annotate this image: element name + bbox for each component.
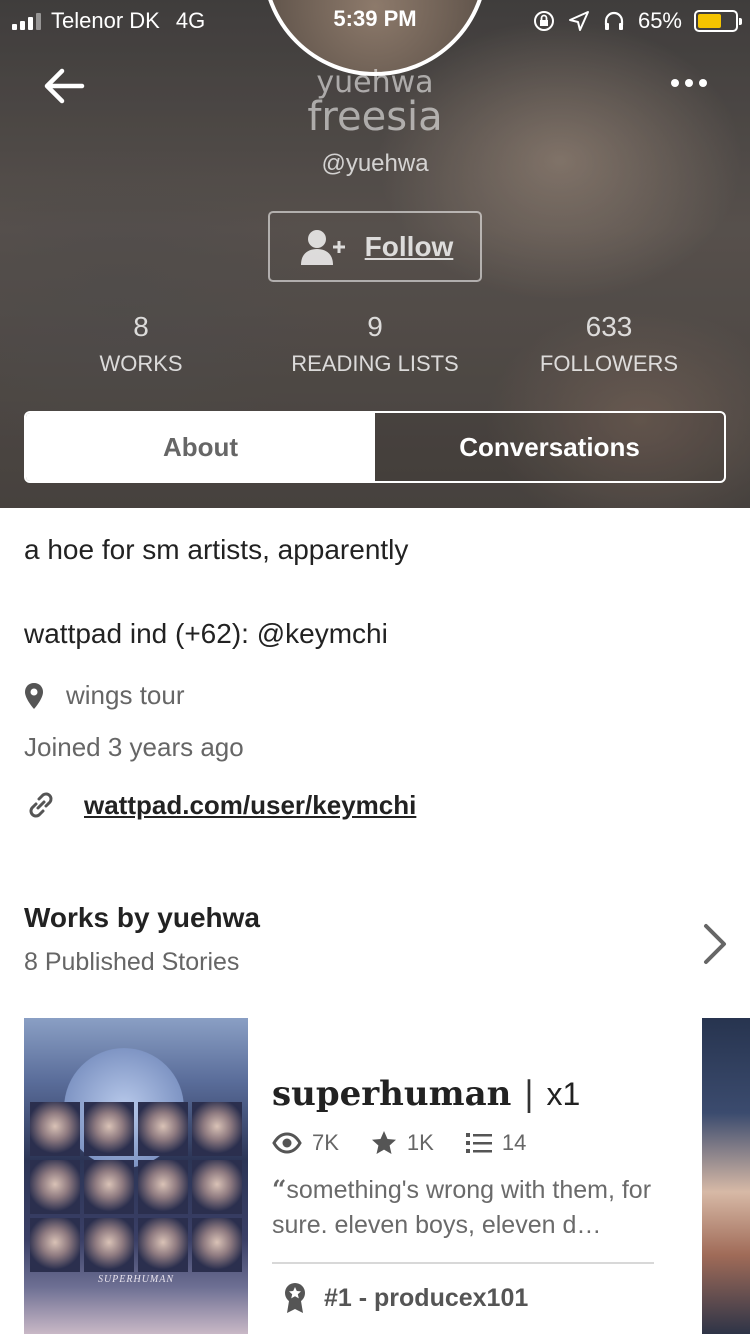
story-parts: 14: [465, 1130, 527, 1156]
location-text: wings tour: [66, 680, 185, 710]
works-count: 8 Published Stories: [24, 948, 240, 976]
story-title[interactable]: superhuman | x1: [272, 1074, 580, 1114]
stat-label: READING LISTS: [291, 351, 459, 376]
stat-label: WORKS: [99, 351, 183, 376]
joined-date: Joined 3 years ago: [24, 732, 244, 762]
open-quote: “: [272, 1175, 287, 1204]
ribbon-icon: [285, 1283, 305, 1313]
rotation-lock-icon: [533, 11, 554, 31]
add-person-icon: [300, 229, 345, 265]
eye-icon: [272, 1132, 302, 1154]
list-icon: [465, 1133, 492, 1153]
rank-text: #1 - producex101: [324, 1283, 529, 1312]
parts-count: 14: [501, 1130, 527, 1155]
battery-icon: [694, 10, 742, 32]
story-reads: 7K: [272, 1130, 339, 1156]
location-arrow-icon: [568, 11, 589, 31]
stat-works[interactable]: 8 WORKS: [21, 310, 261, 384]
story-description-text: something's wrong with them, for sure. e…: [272, 1176, 652, 1239]
link-icon: [29, 792, 53, 818]
headphones-icon: [604, 11, 624, 30]
chevron-right-icon[interactable]: [698, 920, 732, 968]
stat-value: 9: [367, 311, 383, 342]
tab-about[interactable]: About: [26, 413, 375, 481]
profile-handle: @yuehwa: [321, 150, 429, 177]
bio-text: a hoe for sm artists, apparently: [24, 534, 409, 565]
profile-tabs: About Conversations: [24, 411, 726, 483]
stat-reading-lists[interactable]: 9 READING LISTS: [255, 310, 495, 384]
story-stats: 7K 1K 14: [272, 1130, 558, 1156]
battery-fill: [698, 14, 722, 28]
location-row: wings tour: [24, 680, 185, 711]
story-description[interactable]: “something's wrong with them, for sure. …: [272, 1172, 654, 1243]
divider: [272, 1262, 654, 1264]
status-bar-right: 65%: [532, 6, 742, 36]
battery-percent: 65%: [637, 8, 682, 33]
profile-link[interactable]: wattpad.com/user/keymchi: [84, 790, 416, 821]
story-title-separator: |: [523, 1074, 535, 1114]
story-title-suffix: x1: [546, 1076, 581, 1112]
tab-conversations[interactable]: Conversations: [375, 413, 724, 481]
story-title-main: superhuman: [272, 1074, 512, 1114]
map-pin-icon: [25, 682, 43, 709]
stat-followers[interactable]: 633 FOLLOWERS: [489, 310, 729, 384]
profile-link-row[interactable]: wattpad.com/user/keymchi: [24, 788, 416, 822]
reads-count: 7K: [312, 1130, 339, 1155]
profile-header: Telenor DK 4G 5:39 PM 65% yuehwa freesia…: [0, 0, 750, 508]
follow-label: Follow: [364, 230, 454, 262]
cover-title-text: SUPERHUMAN: [97, 1274, 175, 1285]
votes-count: 1K: [406, 1130, 434, 1155]
star-icon: [371, 1131, 396, 1154]
profile-display-name: freesia: [307, 94, 443, 140]
story-cover[interactable]: SUPERHUMAN: [24, 1018, 248, 1334]
bio-text: wattpad ind (+62): @keymchi: [24, 618, 388, 649]
stat-value: 633: [585, 311, 633, 342]
stat-value: 8: [133, 311, 149, 342]
story-rank[interactable]: #1 - producex101: [282, 1282, 528, 1314]
story-cover[interactable]: [702, 1018, 750, 1334]
works-section-title: Works by yuehwa: [24, 902, 261, 933]
story-votes: 1K: [371, 1130, 434, 1156]
follow-button[interactable]: Follow: [268, 211, 482, 282]
stat-label: FOLLOWERS: [539, 351, 679, 376]
cover-photo-grid: [30, 1102, 242, 1272]
